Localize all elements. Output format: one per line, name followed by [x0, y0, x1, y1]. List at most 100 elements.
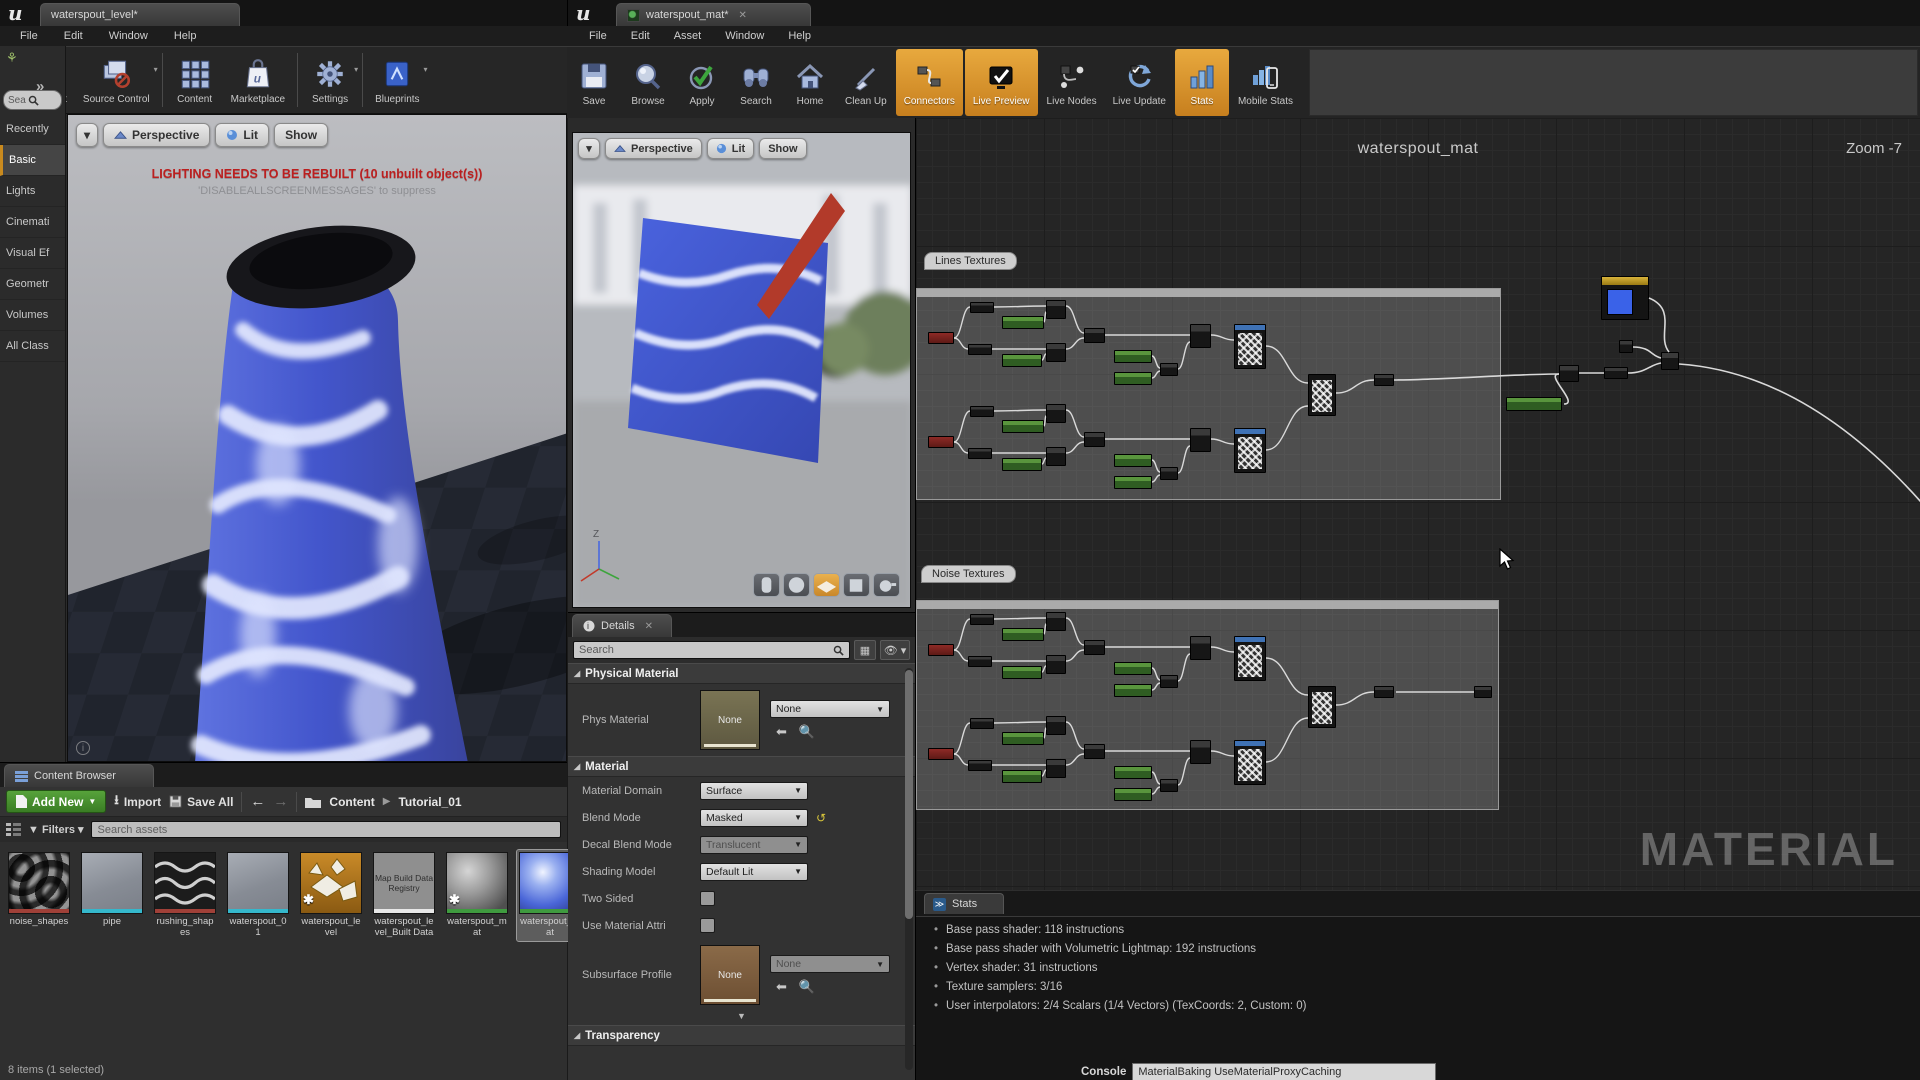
material-node-blk[interactable]	[1084, 432, 1105, 447]
filters-button[interactable]: ▼ Filters ▾	[28, 823, 84, 836]
material-node-blk[interactable]	[1046, 343, 1066, 362]
cylinder-shape-button[interactable]	[753, 573, 780, 597]
material-menu-edit[interactable]: Edit	[619, 28, 662, 44]
section-header-transparency[interactable]: ◢Transparency	[568, 1025, 915, 1046]
sidebar-item-lights[interactable]: Lights	[0, 176, 65, 207]
material-node-tex[interactable]	[1234, 740, 1266, 785]
material-graph-canvas[interactable]: waterspout_mat Zoom -7 Lines TexturesNoi…	[915, 118, 1920, 890]
asset-rushing-shapes[interactable]: rushing_shapes	[152, 850, 218, 941]
show-button[interactable]: Show	[274, 123, 328, 147]
material-node-blk[interactable]	[1046, 655, 1066, 674]
material-node-blk[interactable]	[1604, 367, 1628, 379]
material-domain-dropdown[interactable]: Surface▼	[700, 782, 808, 800]
material-menu-help[interactable]: Help	[776, 28, 823, 44]
clean-up-button[interactable]: Clean Up	[837, 47, 895, 118]
material-node-blk[interactable]	[1046, 447, 1066, 466]
material-node-blk[interactable]	[1160, 363, 1178, 376]
live-nodes-button[interactable]: Live Nodes	[1039, 47, 1105, 118]
preview-lit-button[interactable]: Lit	[707, 138, 754, 159]
level-menu-help[interactable]: Help	[162, 28, 209, 44]
forward-button[interactable]: →	[273, 793, 288, 810]
reset-to-default-icon[interactable]: ↺	[816, 811, 826, 825]
expand-sidebar-icon[interactable]: »	[36, 78, 44, 95]
breadcrumb-content[interactable]: Content	[329, 795, 374, 809]
sidebar-item-basic[interactable]: Basic	[0, 145, 65, 176]
section-header-material[interactable]: ◢Material	[568, 756, 915, 777]
material-node-blk[interactable]	[970, 406, 994, 417]
blueprints-button[interactable]: Blueprints▾	[367, 47, 427, 113]
material-node-red[interactable]	[928, 436, 954, 448]
material-node-blk[interactable]	[970, 302, 994, 313]
material-node-grn[interactable]	[1506, 397, 1562, 411]
level-viewport[interactable]: ▾ Perspective Lit Show LIGHTING NEEDS TO…	[67, 114, 567, 762]
level-menu-window[interactable]: Window	[97, 28, 160, 44]
console-input[interactable]	[1132, 1063, 1436, 1080]
material-node-grn[interactable]	[1002, 666, 1042, 679]
material-node-blk[interactable]	[1160, 675, 1178, 688]
asset-waterspout-level[interactable]: ✱waterspout_level	[298, 850, 364, 941]
material-node-red[interactable]	[928, 332, 954, 344]
two-sided-checkbox[interactable]	[700, 891, 715, 906]
preview-perspective-button[interactable]: Perspective	[605, 138, 702, 159]
material-node-grn[interactable]	[1002, 420, 1044, 433]
material-node-blk[interactable]	[1474, 686, 1492, 698]
blend-mode-dropdown[interactable]: Masked▼	[700, 809, 808, 827]
material-node-blk[interactable]	[1046, 300, 1066, 319]
asset-waterspout-01[interactable]: waterspout_01	[225, 850, 291, 941]
cube-shape-button[interactable]	[843, 573, 870, 597]
material-node-grn[interactable]	[1002, 732, 1044, 745]
asset-waterspout-mat[interactable]: ✱waterspout_mat	[444, 850, 510, 941]
sidebar-item-cinemati[interactable]: Cinemati	[0, 207, 65, 238]
material-node-tex[interactable]	[1234, 428, 1266, 473]
material-node-grn[interactable]	[1114, 788, 1152, 801]
expand-advanced-icon[interactable]: ▼	[568, 1011, 915, 1025]
material-node-blk[interactable]	[968, 656, 992, 667]
material-node-blk[interactable]	[1084, 640, 1105, 655]
material-node-grn[interactable]	[1002, 316, 1044, 329]
use-selected-icon[interactable]: ⬅	[776, 979, 787, 995]
level-tab[interactable]: waterspout_level*	[40, 3, 240, 26]
material-node-grn[interactable]	[1114, 372, 1152, 385]
material-node-grn[interactable]	[1002, 770, 1042, 783]
asset-search-input[interactable]: Search assets	[91, 821, 561, 838]
material-node-blk[interactable]	[1046, 716, 1066, 735]
material-node-blk[interactable]	[968, 760, 992, 771]
material-node-tex[interactable]	[1234, 636, 1266, 681]
material-node-btex[interactable]	[1308, 686, 1336, 728]
lit-button[interactable]: Lit	[215, 123, 269, 147]
import-button[interactable]: ⭳ Import	[114, 791, 161, 813]
material-node-grn[interactable]	[1002, 628, 1044, 641]
save-all-button[interactable]: Save All	[169, 795, 233, 809]
material-menu-asset[interactable]: Asset	[662, 28, 714, 44]
material-node-blk[interactable]	[1190, 324, 1211, 348]
viewport-options-button[interactable]: ▾	[76, 123, 98, 147]
details-scrollbar[interactable]	[905, 668, 913, 1070]
material-node-blk[interactable]	[1046, 612, 1066, 631]
settings-button[interactable]: Settings▾	[302, 47, 358, 113]
content-button[interactable]: Content	[167, 47, 223, 113]
perspective-button[interactable]: Perspective	[103, 123, 210, 147]
material-preview-viewport[interactable]: ▾ Perspective Lit Show	[572, 132, 911, 608]
material-node-blk[interactable]	[1160, 467, 1178, 480]
sources-panel-icon[interactable]	[6, 823, 21, 836]
material-node-blk[interactable]	[1661, 352, 1679, 370]
comment-label-1[interactable]: Noise Textures	[921, 565, 1016, 583]
material-node-btex[interactable]	[1308, 374, 1336, 416]
apply-button[interactable]: Apply	[675, 47, 729, 118]
content-browser-tab[interactable]: Content Browser	[4, 764, 154, 787]
material-menu-file[interactable]: File	[577, 28, 619, 44]
display-filter-button[interactable]: 👁 ▾	[880, 640, 910, 660]
material-node-blk[interactable]	[1084, 744, 1105, 759]
material-node-grn[interactable]	[1114, 476, 1152, 489]
mobile-stats-button[interactable]: Mobile Stats	[1230, 47, 1301, 118]
material-node-blk[interactable]	[1190, 740, 1211, 764]
chevron-down-icon[interactable]: ▾	[424, 65, 428, 74]
sidebar-item-geometr[interactable]: Geometr	[0, 269, 65, 300]
material-node-blk[interactable]	[1190, 636, 1211, 660]
material-node-grn[interactable]	[1002, 354, 1042, 367]
stats-button[interactable]: Stats	[1175, 49, 1229, 116]
details-search-input[interactable]: Search	[573, 641, 850, 659]
material-node-red[interactable]	[928, 644, 954, 656]
material-node-tex[interactable]	[1234, 324, 1266, 369]
material-node-vec[interactable]	[1601, 276, 1649, 320]
